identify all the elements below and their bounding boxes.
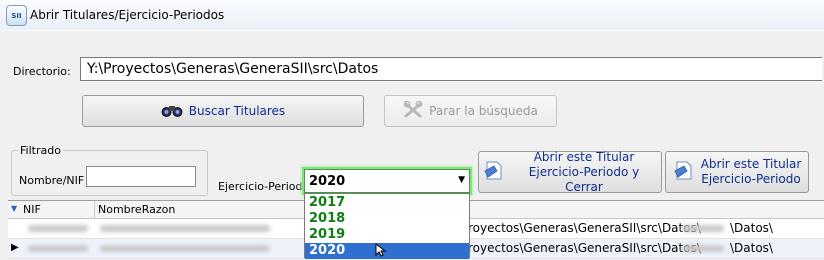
open-and-close-label: Abrir este Titular Ejercicio-Periodo y C…	[528, 149, 640, 194]
redacted-name	[100, 245, 270, 252]
search-titulares-button[interactable]: Buscar Titulares	[82, 95, 364, 127]
period-option-2018[interactable]: 2018	[305, 211, 469, 227]
path-cell-suffix: \Datos\	[730, 221, 773, 235]
nif-input[interactable]	[86, 166, 196, 187]
window-title: Abrir Titulares/Ejercicio-Periodos	[30, 8, 225, 22]
path-cell-prefix: royectos\Generas\GeneraSII\src\Datos\	[468, 241, 701, 255]
period-selected-value: 2020	[309, 174, 346, 189]
redacted-nif	[28, 245, 88, 252]
open-button[interactable]: Abrir este Titular Ejercicio-Periodo	[665, 151, 809, 193]
sort-arrow-icon[interactable]: ▼	[11, 204, 17, 213]
period-option-2017[interactable]: 2017	[305, 195, 469, 211]
period-option-2019[interactable]: 2019	[305, 227, 469, 243]
directory-label: Directorio:	[13, 65, 71, 78]
period-label: Ejercicio-Periodo	[218, 180, 310, 193]
binoculars-icon	[161, 102, 183, 121]
nif-label: Nombre/NIF	[19, 174, 85, 187]
column-header-nombre[interactable]: NombreRazon	[98, 203, 175, 216]
column-header-nif[interactable]: NIF	[23, 203, 41, 216]
open-label: Abrir este Titular Ejercicio-Periodo	[700, 157, 802, 186]
mouse-cursor-icon	[375, 242, 387, 260]
column-divider[interactable]	[94, 201, 95, 218]
row-pointer-icon: ▶	[11, 242, 19, 253]
open-and-close-button[interactable]: Abrir este Titular Ejercicio-Periodo y C…	[478, 149, 662, 194]
title-divider	[0, 30, 824, 31]
app-logo-icon: SII	[6, 5, 27, 26]
stop-search-button[interactable]: Parar la búsqueda	[384, 95, 557, 127]
stop-search-label: Parar la búsqueda	[429, 104, 538, 118]
open-document-icon	[673, 159, 695, 185]
stop-tools-icon	[403, 100, 423, 122]
period-combobox[interactable]: 2020 ▼	[304, 169, 470, 193]
title-bar: SII Abrir Titulares/Ejercicio-Periodos	[0, 0, 824, 31]
period-option-2020[interactable]: 2020	[305, 243, 469, 259]
redacted-nif	[28, 225, 88, 232]
redacted-name	[100, 225, 270, 232]
chevron-down-icon[interactable]: ▼	[458, 175, 465, 185]
path-cell-suffix: \Datos\	[730, 241, 773, 255]
filter-group-title: Filtrado	[18, 144, 63, 157]
search-titulares-label: Buscar Titulares	[188, 104, 286, 118]
directory-input[interactable]: Y:\Proyectos\Generas\GeneraSII\src\Datos	[80, 57, 822, 81]
redacted-path-part	[682, 225, 724, 232]
path-cell-prefix: royectos\Generas\GeneraSII\src\Datos\	[468, 221, 701, 235]
period-dropdown-list: 2017 2018 2019 2020	[304, 193, 470, 260]
redacted-path-part	[682, 245, 724, 252]
open-document-icon	[483, 159, 505, 185]
